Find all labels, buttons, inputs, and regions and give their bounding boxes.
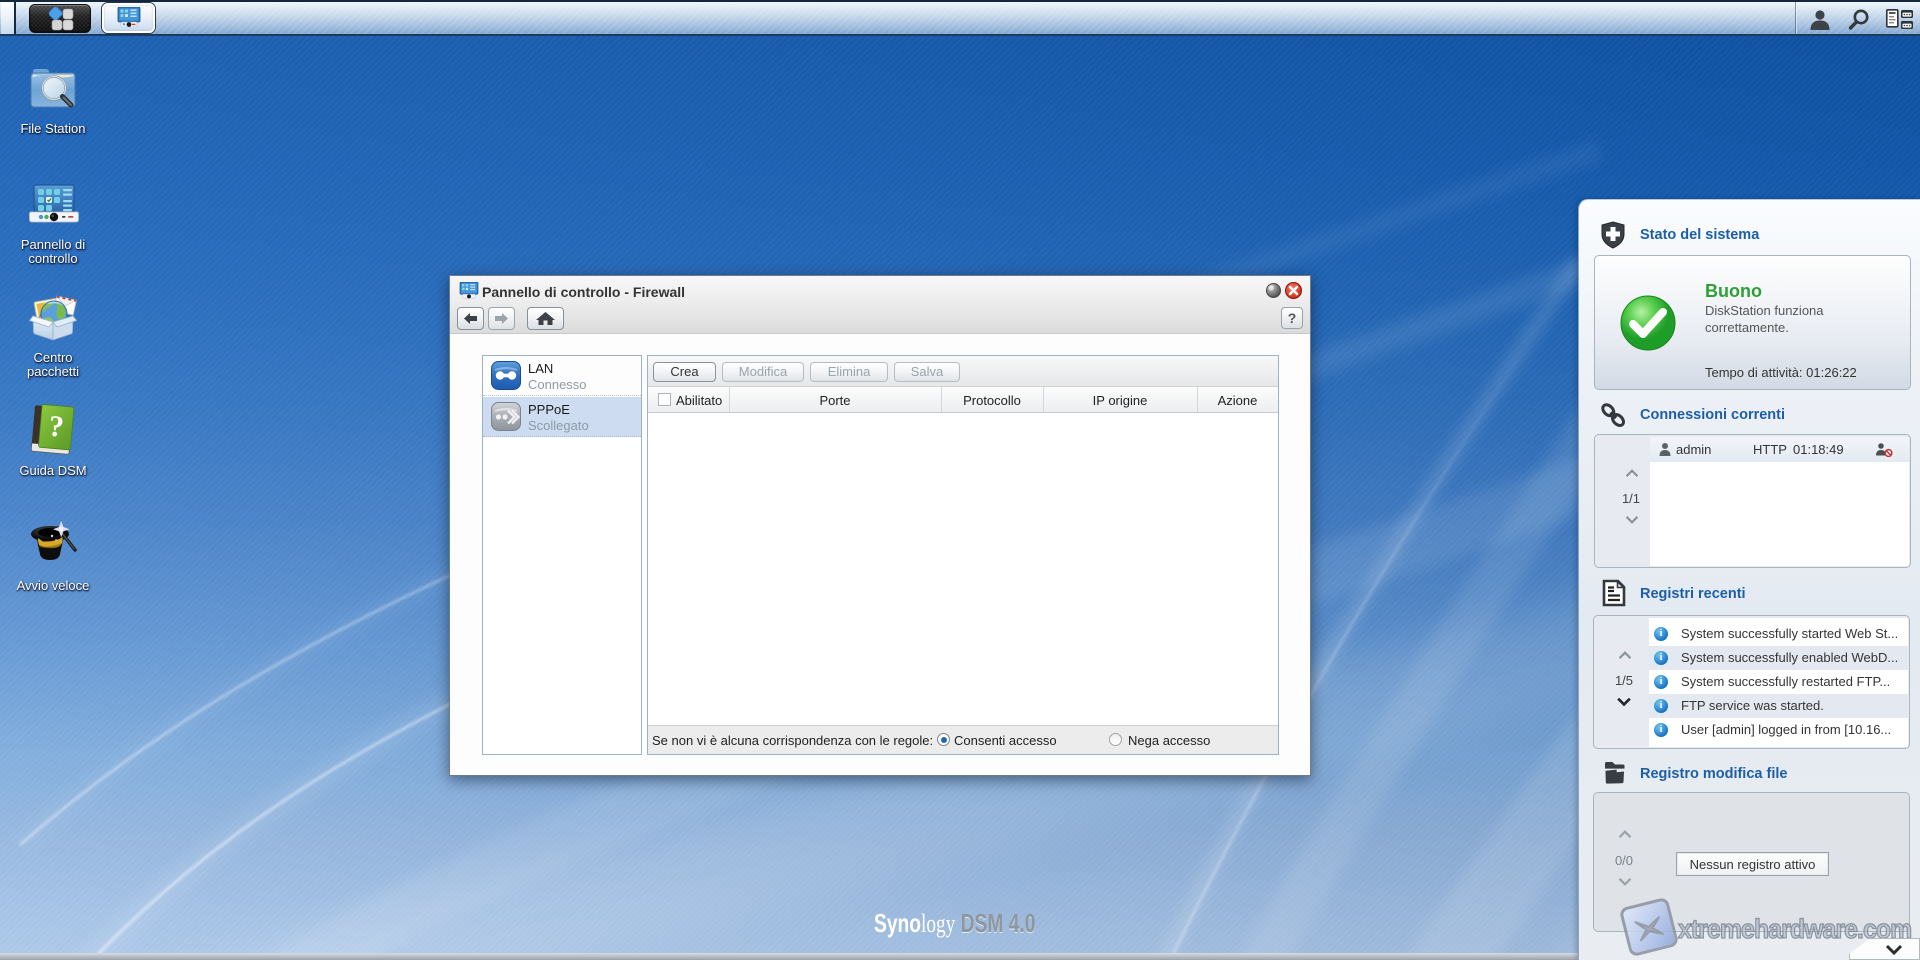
svg-text:?: ? [47,410,65,444]
